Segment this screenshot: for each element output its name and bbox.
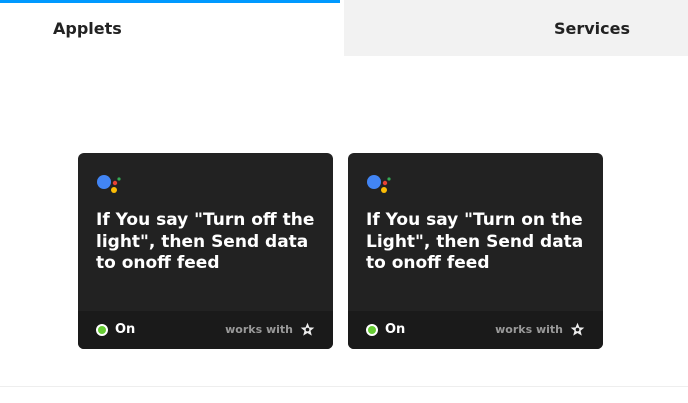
applet-card[interactable]: If You say "Turn off the light", then Se… (78, 153, 333, 349)
tab-applets-label: Applets (53, 18, 122, 38)
works-with-label: works with (495, 323, 563, 336)
status-on-indicator (96, 324, 108, 336)
status-on-indicator (366, 324, 378, 336)
tab-services-label: Services (553, 18, 630, 38)
applet-status: On (385, 322, 406, 337)
applet-card[interactable]: If You say "Turn on the Light", then Sen… (348, 153, 603, 349)
applet-status: On (115, 322, 136, 337)
google-assistant-icon (97, 175, 121, 193)
applet-footer: On works with (78, 311, 333, 349)
tab-applets[interactable]: Applets (0, 0, 344, 56)
tab-services[interactable]: Services (344, 0, 688, 56)
works-with-label: works with (225, 323, 293, 336)
tab-bar: Applets Services (0, 0, 688, 56)
section-divider (0, 386, 688, 387)
star-icon (300, 322, 315, 336)
applet-title: If You say "Turn on the Light", then Sen… (366, 210, 584, 273)
page: Applets Services If You say "Turn off th… (0, 0, 688, 403)
applet-title: If You say "Turn off the light", then Se… (96, 210, 315, 273)
applet-footer: On works with (348, 311, 603, 349)
star-icon (570, 322, 585, 336)
google-assistant-icon (367, 175, 391, 193)
